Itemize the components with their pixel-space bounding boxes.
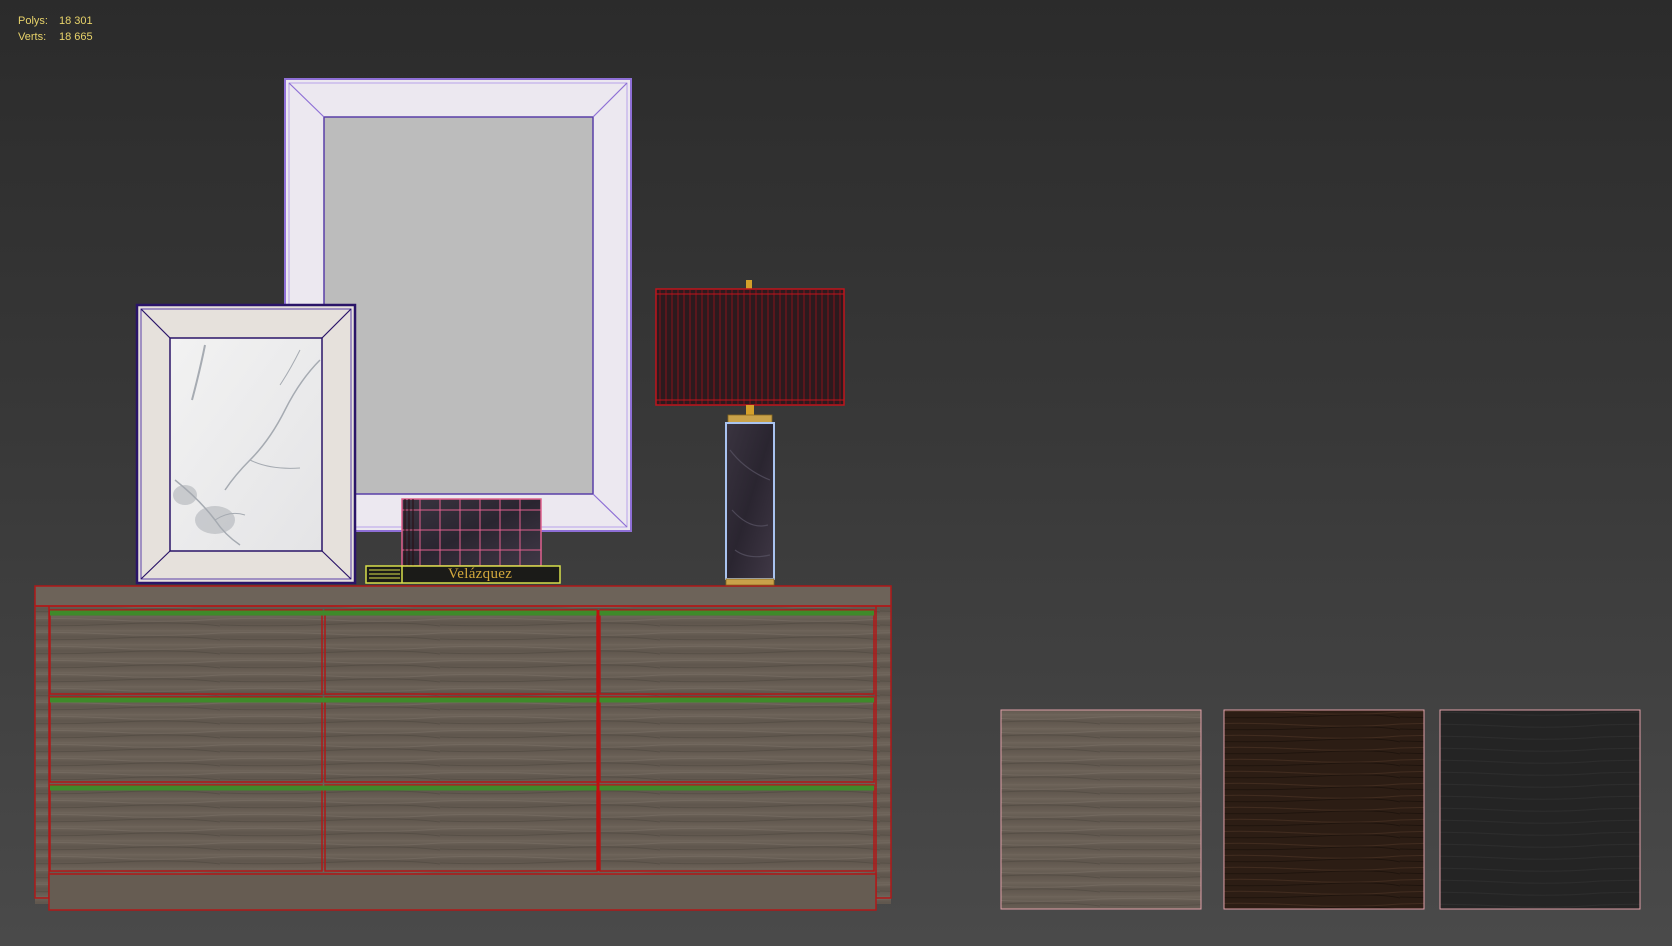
marble-picture-frame[interactable] [135,303,357,585]
lamp-finial [746,280,752,289]
drawer[interactable] [324,696,598,783]
drawer[interactable] [599,696,875,783]
drawer[interactable] [49,609,323,695]
swatch-dark-wood[interactable] [1223,709,1425,910]
dresser-plinth [48,873,877,911]
swatch-black-wood[interactable] [1439,709,1641,910]
3d-viewport[interactable] [0,0,1672,946]
book-spine-title: Velázquez [447,566,513,582]
drawer[interactable] [599,784,875,872]
drawer[interactable] [324,609,598,695]
marble-artwork [169,337,323,552]
dresser-top [34,585,892,607]
decorative-box[interactable] [401,498,542,567]
lamp-collar [727,414,773,424]
swatch-light-wood[interactable] [1000,709,1202,910]
table-lamp[interactable] [655,280,845,586]
drawer[interactable] [599,609,875,695]
drawer[interactable] [324,784,598,872]
dresser[interactable] [34,585,892,911]
lamp-foot [725,578,775,586]
dresser-drawers [49,609,875,872]
drawer[interactable] [49,784,323,872]
lamp-neck [746,405,754,415]
large-frame-canvas [323,116,594,495]
material-swatches [1000,709,1641,910]
drawer[interactable] [49,696,323,783]
